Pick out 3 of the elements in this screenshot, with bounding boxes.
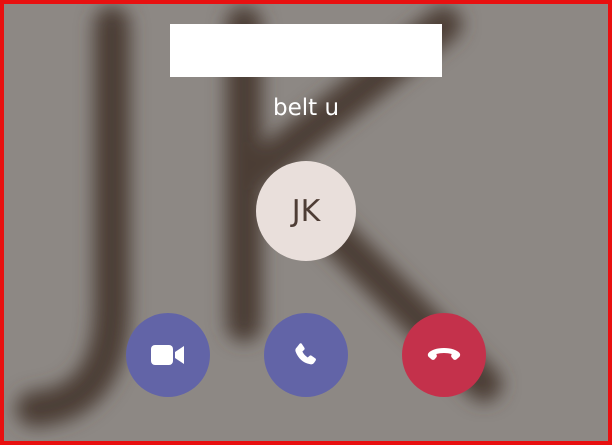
caller-subtitle: belt u xyxy=(272,95,340,121)
hang-up-icon xyxy=(427,347,461,363)
video-camera-icon xyxy=(151,344,185,366)
